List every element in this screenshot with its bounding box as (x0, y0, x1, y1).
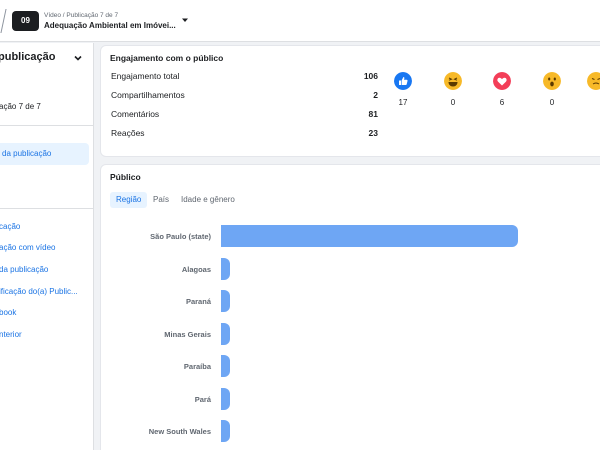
divider (0, 125, 93, 126)
sidebar-link[interactable]: da publicação (0, 265, 48, 274)
reaction-like: 17 (388, 72, 418, 107)
engagement-value: 81 (368, 109, 378, 119)
sidebar-link[interactable]: nterior (0, 330, 22, 339)
bar-0[interactable] (221, 225, 518, 247)
bar-6[interactable] (221, 420, 230, 442)
breadcrumb[interactable]: Vídeo / Publicação 7 de 7 (44, 12, 118, 19)
post-title[interactable]: Adequação Ambiental em Imóvei... (44, 21, 176, 30)
bar-category-label: Paraná (185, 297, 211, 306)
bar-2[interactable] (221, 290, 230, 312)
post-number-badge: 09 (12, 11, 39, 31)
sidebar: publicação ação 7 de 7 da publicação caç… (0, 43, 94, 450)
reaction-wow: 0 (537, 72, 567, 107)
engagement-row: Reações 23 (111, 128, 378, 142)
bar-category-label: Pará (194, 394, 211, 404)
engagement-card: Engajamento com o público Engajamento to… (100, 45, 600, 157)
bar-category-label: São Paulo (state) (150, 232, 211, 241)
bar-category-label: Paraíba (183, 362, 211, 371)
reaction-count: 0 (549, 98, 555, 107)
sidebar-item-label: da publicação (2, 149, 52, 158)
sidebar-link[interactable]: book (0, 308, 16, 317)
reaction-count: 17 (398, 98, 408, 107)
bar-category-label: New South Wales (148, 427, 211, 436)
tab-region[interactable]: Região (110, 192, 148, 208)
engagement-value: 2 (373, 90, 378, 100)
sidebar-link[interactable]: ificação do(a) Public... (0, 287, 78, 296)
reaction-count: 0 (450, 98, 456, 107)
engagement-label: Comentários (111, 109, 160, 119)
caret-down-icon[interactable] (180, 15, 190, 25)
engagement-label: Reações (111, 128, 145, 138)
engagement-value: 23 (368, 128, 378, 138)
bar-4[interactable] (221, 355, 230, 377)
audience-card: Público Região País Idade e gênero São P… (100, 164, 600, 450)
breadcrumb-separator (0, 9, 8, 33)
care-icon (587, 72, 600, 90)
reaction-count: 6 (499, 98, 505, 107)
engagement-row: Comentários 81 (111, 109, 378, 123)
like-icon (394, 72, 412, 90)
sidebar-item-active[interactable]: da publicação (0, 143, 89, 165)
reaction-care (581, 72, 600, 98)
chevron-down-icon[interactable] (73, 53, 83, 63)
reaction-love: 6 (487, 72, 517, 107)
bar-category-label: Alagoas (181, 264, 211, 274)
top-bar: 09 Vídeo / Publicação 7 de 7 Adequação A… (0, 0, 600, 42)
engagement-label: Compartilhamentos (111, 90, 185, 100)
haha-icon (444, 72, 462, 90)
tab-age-gender[interactable]: Idade e gênero (181, 192, 235, 208)
engagement-row: Compartilhamentos 2 (111, 90, 378, 104)
sidebar-link[interactable]: cação (0, 222, 20, 231)
sidebar-subtitle: ação 7 de 7 (0, 102, 41, 111)
engagement-row: Engajamento total 106 (111, 71, 378, 85)
engagement-value: 106 (363, 71, 378, 81)
sidebar-link[interactable]: ação com vídeo (0, 243, 55, 252)
engagement-label: Engajamento total (111, 71, 180, 81)
wow-icon (543, 72, 561, 90)
bar-3[interactable] (221, 322, 230, 345)
bar-1[interactable] (221, 257, 230, 280)
bar-category-label: Minas Gerais (164, 329, 211, 339)
engagement-title: Engajamento com o público (110, 53, 224, 63)
bar-5[interactable] (221, 387, 230, 410)
sidebar-heading: publicação (0, 51, 56, 63)
divider (0, 208, 93, 209)
audience-title: Público (110, 172, 141, 182)
tab-country[interactable]: País (153, 192, 169, 208)
reaction-haha: 0 (438, 72, 468, 107)
love-icon (493, 72, 511, 90)
